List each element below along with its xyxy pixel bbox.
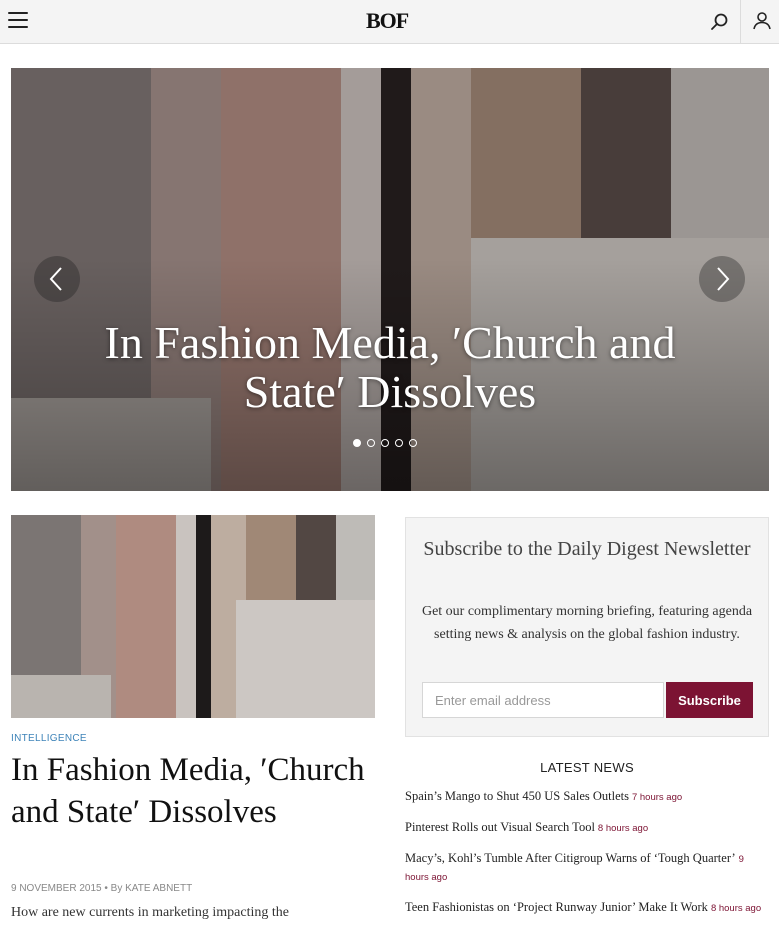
byline-separator: • By bbox=[101, 883, 126, 894]
carousel-dot-5[interactable] bbox=[409, 439, 417, 447]
article-category[interactable]: INTELLIGENCE bbox=[11, 733, 87, 744]
search-icon[interactable] bbox=[708, 10, 732, 34]
news-headline[interactable]: Macy’s, Kohl’s Tumble After Citigroup Wa… bbox=[405, 851, 736, 865]
carousel-dot-3[interactable] bbox=[381, 439, 389, 447]
bof-logo[interactable]: BOF bbox=[366, 8, 409, 34]
chevron-right-icon bbox=[717, 267, 730, 291]
latest-news-heading: LATEST NEWS bbox=[540, 760, 634, 775]
header-divider bbox=[740, 0, 741, 43]
carousel-next-button[interactable] bbox=[699, 256, 745, 302]
hamburger-menu-icon[interactable] bbox=[8, 12, 28, 30]
news-item[interactable]: Spain’s Mango to Shut 450 US Sales Outle… bbox=[405, 788, 769, 806]
article-byline: 9 NOVEMBER 2015 • By KATE ABNETT bbox=[11, 883, 192, 894]
carousel-prev-button[interactable] bbox=[34, 256, 80, 302]
carousel-dot-2[interactable] bbox=[367, 439, 375, 447]
top-bar: BOF bbox=[0, 0, 779, 44]
newsletter-signup: Subscribe to the Daily Digest Newsletter… bbox=[405, 517, 769, 737]
news-item[interactable]: Macy’s, Kohl’s Tumble After Citigroup Wa… bbox=[405, 850, 769, 886]
user-icon[interactable] bbox=[750, 9, 774, 33]
news-timestamp: 8 hours ago bbox=[597, 823, 649, 834]
carousel-dot-4[interactable] bbox=[395, 439, 403, 447]
newsletter-title: Subscribe to the Daily Digest Newsletter bbox=[423, 538, 751, 560]
hero-title[interactable]: In Fashion Media, ′Church and State′ Dis… bbox=[51, 318, 729, 416]
news-item[interactable]: Pinterest Rolls out Visual Search Tool 8 … bbox=[405, 819, 769, 837]
news-item[interactable]: Teen Fashionistas on ‘Project Runway Jun… bbox=[405, 899, 769, 917]
news-timestamp: 8 hours ago bbox=[710, 903, 762, 914]
article-date: 9 NOVEMBER 2015 bbox=[11, 883, 102, 894]
news-headline[interactable]: Teen Fashionistas on ‘Project Runway Jun… bbox=[405, 900, 708, 914]
hero-image bbox=[11, 68, 769, 491]
featured-article-image[interactable] bbox=[11, 515, 375, 718]
subscribe-button[interactable]: Subscribe bbox=[666, 682, 753, 718]
carousel-dot-1[interactable] bbox=[353, 439, 361, 447]
news-headline[interactable]: Spain’s Mango to Shut 450 US Sales Outle… bbox=[405, 789, 629, 803]
article-author[interactable]: KATE ABNETT bbox=[125, 883, 192, 894]
chevron-left-icon bbox=[49, 267, 62, 291]
email-input[interactable] bbox=[422, 682, 664, 718]
carousel-pagination bbox=[353, 439, 417, 449]
news-headline[interactable]: Pinterest Rolls out Visual Search Tool bbox=[405, 820, 595, 834]
latest-news-list: Spain’s Mango to Shut 450 US Sales Outle… bbox=[405, 788, 769, 930]
newsletter-description: Get our complimentary morning briefing, … bbox=[421, 604, 753, 642]
news-timestamp: 7 hours ago bbox=[631, 792, 683, 803]
article-title[interactable]: In Fashion Media, ′Church and State′ Dis… bbox=[11, 749, 371, 833]
hero-carousel[interactable]: In Fashion Media, ′Church and State′ Dis… bbox=[11, 68, 769, 491]
